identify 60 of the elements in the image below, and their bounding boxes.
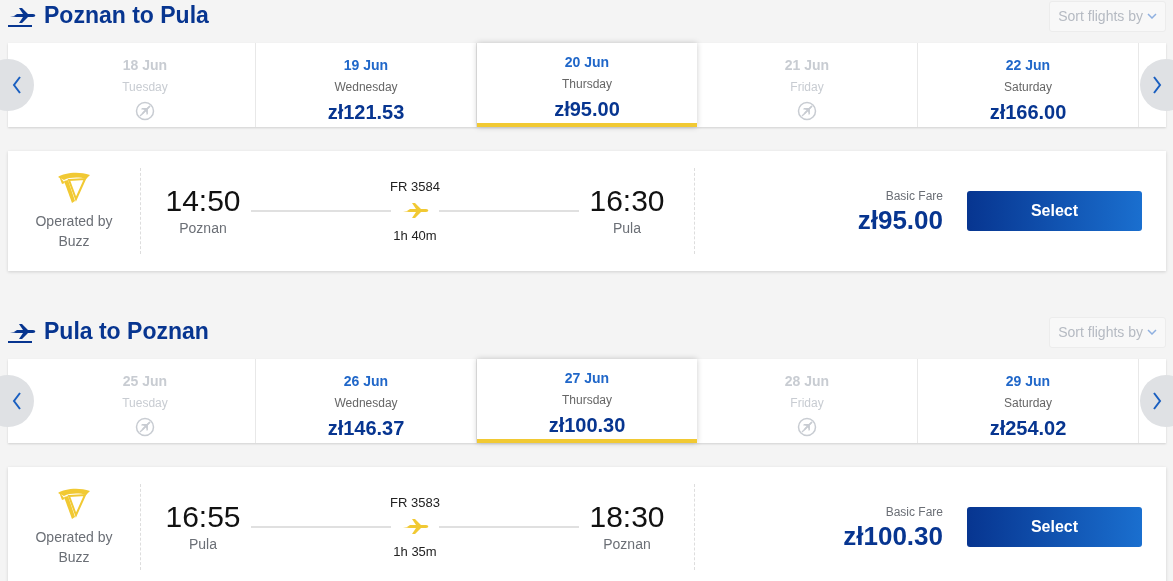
no-flight-icon bbox=[797, 101, 817, 121]
date-tab[interactable]: 26 Jun Wednesday zł146.37 bbox=[256, 359, 477, 443]
date-price: zł100.30 bbox=[548, 413, 626, 438]
operator-name: Buzz bbox=[58, 232, 90, 251]
departure-city: Poznan bbox=[179, 218, 227, 238]
chevron-down-icon bbox=[1147, 329, 1157, 335]
no-flight-icon bbox=[797, 417, 817, 437]
date-price: zł254.02 bbox=[989, 416, 1067, 441]
chevron-left-icon bbox=[12, 76, 22, 94]
date-price: zł146.37 bbox=[327, 416, 405, 441]
fare-price: zł95.00 bbox=[857, 205, 943, 235]
arrival-time: 16:30 bbox=[589, 183, 665, 218]
weekday-label: Saturday bbox=[1004, 79, 1052, 96]
flight-number: FR 3584 bbox=[390, 177, 440, 196]
chevron-left-icon bbox=[12, 392, 22, 410]
date-label: 29 Jun bbox=[1005, 372, 1051, 391]
fare-label: Basic Fare bbox=[885, 504, 943, 521]
fare-price: zł100.30 bbox=[843, 521, 943, 551]
flight-duration: 1h 40m bbox=[393, 227, 437, 245]
date-tab[interactable]: 19 Jun Wednesday zł121.53 bbox=[256, 43, 477, 127]
date-tab[interactable]: 29 Jun Saturday zł254.02 bbox=[918, 359, 1139, 443]
chevron-right-icon bbox=[1152, 76, 1162, 94]
select-button[interactable]: Select bbox=[967, 191, 1142, 231]
date-price: zł166.00 bbox=[989, 100, 1067, 125]
arrival-city: Pula bbox=[613, 218, 641, 238]
date-tab[interactable]: 20 Jun Thursday zł95.00 bbox=[477, 43, 697, 127]
takeoff-plane-icon bbox=[8, 321, 36, 343]
operator-name: Buzz bbox=[58, 548, 90, 567]
date-label: 19 Jun bbox=[343, 56, 389, 75]
flight-duration: 1h 35m bbox=[393, 543, 437, 561]
chevron-right-icon bbox=[1152, 392, 1162, 410]
no-flight-icon bbox=[135, 101, 155, 121]
arrival-time: 18:30 bbox=[589, 499, 665, 534]
date-label: 22 Jun bbox=[1005, 56, 1051, 75]
date-label: 20 Jun bbox=[564, 53, 610, 72]
route-title: Pula to Poznan bbox=[44, 318, 209, 346]
flight-number: FR 3583 bbox=[390, 493, 440, 512]
weekday-label: Wednesday bbox=[334, 395, 398, 412]
date-tab[interactable]: 22 Jun Saturday zł166.00 bbox=[918, 43, 1139, 127]
chevron-down-icon bbox=[1147, 13, 1157, 19]
departure-time: 14:50 bbox=[165, 183, 241, 218]
arrival-city: Poznan bbox=[603, 534, 651, 554]
route-title: Poznan to Pula bbox=[44, 2, 209, 30]
operator-label: Operated by bbox=[35, 212, 113, 231]
departure-city: Pula bbox=[189, 534, 217, 554]
fare-label: Basic Fare bbox=[885, 188, 943, 205]
departure-time: 16:55 bbox=[165, 499, 241, 534]
date-price: zł121.53 bbox=[327, 100, 405, 125]
date-label: 26 Jun bbox=[343, 372, 389, 391]
date-price: zł95.00 bbox=[554, 97, 620, 122]
date-label: 27 Jun bbox=[564, 369, 610, 388]
takeoff-plane-icon bbox=[8, 5, 36, 27]
date-tab[interactable]: 27 Jun Thursday zł100.30 bbox=[477, 359, 697, 443]
weekday-label: Thursday bbox=[562, 76, 612, 93]
weekday-label: Wednesday bbox=[334, 79, 398, 96]
select-button[interactable]: Select bbox=[967, 507, 1142, 547]
weekday-label: Thursday bbox=[562, 392, 612, 409]
weekday-label: Saturday bbox=[1004, 395, 1052, 412]
no-flight-icon bbox=[135, 417, 155, 437]
operator-label: Operated by bbox=[35, 528, 113, 547]
